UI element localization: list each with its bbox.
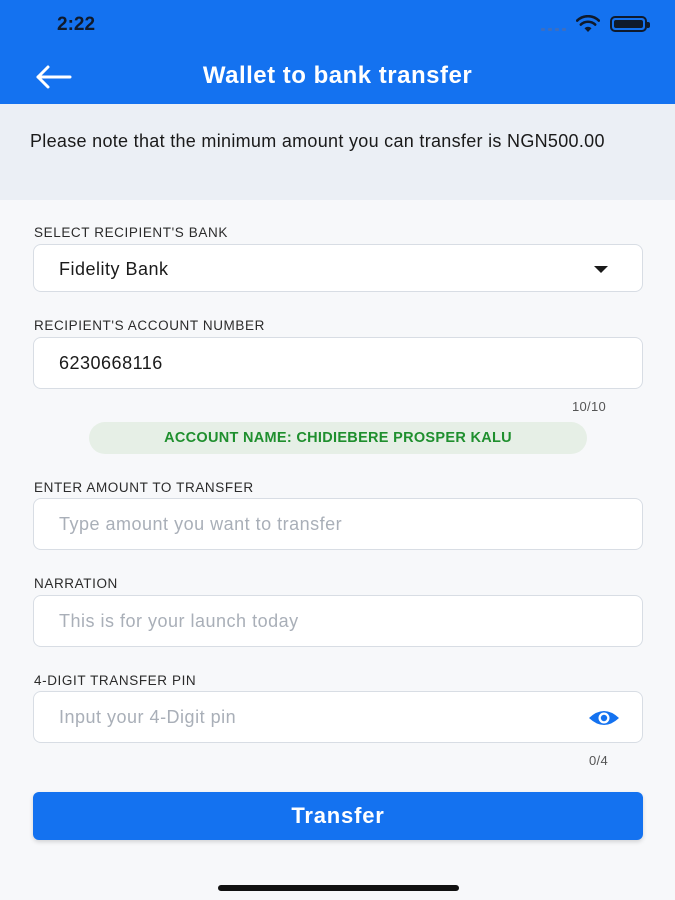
narration-label: NARRATION (34, 576, 118, 591)
pin-input[interactable]: Input your 4-Digit pin (33, 691, 643, 743)
battery-icon (610, 16, 650, 32)
minimum-amount-notice: Please note that the minimum amount you … (0, 104, 675, 200)
pin-label: 4-DIGIT TRANSFER PIN (34, 673, 197, 688)
narration-placeholder: This is for your launch today (59, 611, 299, 631)
account-number-value: 6230668116 (59, 353, 163, 373)
status-icons (541, 14, 650, 34)
account-number-counter: 10/10 (572, 399, 607, 414)
status-time: 2:22 (57, 14, 96, 35)
amount-input[interactable]: Type amount you want to transfer (33, 498, 643, 550)
account-number-label: RECIPIENT'S ACCOUNT NUMBER (34, 318, 265, 333)
notice-text: Please note that the minimum amount you … (30, 131, 605, 151)
page-title: Wallet to bank transfer (202, 62, 473, 89)
wifi-icon (576, 15, 600, 32)
eye-icon[interactable] (588, 708, 620, 728)
app-header: 2:22 Wallet to bank transfer (0, 0, 675, 104)
bank-label: SELECT RECIPIENT'S BANK (34, 225, 228, 240)
narration-input[interactable]: This is for your launch today (33, 595, 643, 647)
home-indicator (218, 885, 459, 891)
amount-label: ENTER AMOUNT TO TRANSFER (34, 480, 254, 495)
account-number-input[interactable]: 6230668116 (33, 337, 643, 389)
amount-placeholder: Type amount you want to transfer (59, 514, 343, 534)
transfer-button[interactable]: Transfer (33, 792, 643, 840)
account-name-badge: ACCOUNT NAME: CHIDIEBERE PROSPER KALU (89, 422, 587, 454)
signal-icon (541, 17, 566, 31)
bank-select[interactable]: Fidelity Bank (33, 244, 643, 292)
pin-counter: 0/4 (589, 753, 608, 768)
pin-placeholder: Input your 4-Digit pin (59, 707, 237, 727)
bank-select-value: Fidelity Bank (59, 259, 169, 279)
dropdown-arrow-icon[interactable] (594, 266, 608, 273)
